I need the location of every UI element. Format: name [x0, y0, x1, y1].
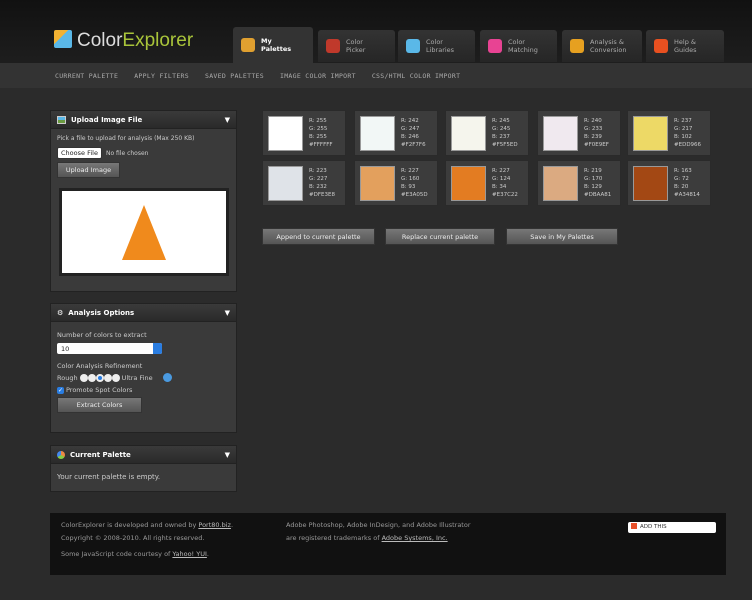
empty-palette-message: Your current palette is empty. — [57, 473, 161, 481]
color-swatch[interactable]: R: 219 G: 170 B: 129 #DBAA81 — [537, 160, 621, 206]
collapse-arrow-icon[interactable]: ▼ — [225, 451, 230, 459]
subnav-apply-filters[interactable]: APPLY FILTERS — [134, 72, 189, 80]
promote-spot-colors-checkbox[interactable]: ✓ — [57, 386, 64, 394]
upload-image-button[interactable]: Upload Image — [57, 162, 120, 178]
logo-icon — [54, 30, 72, 48]
swatch-values: R: 227 G: 124 B: 34 #E37C22 — [492, 168, 518, 198]
color-swatch[interactable]: R: 237 G: 217 B: 102 #EDD966 — [627, 110, 711, 156]
addthis-icon — [631, 523, 637, 529]
refinement-label: Color Analysis Refinement — [57, 362, 143, 370]
select-arrow-icon — [153, 343, 162, 354]
color-swatch[interactable]: R: 227 G: 160 B: 93 #E3A05D — [354, 160, 438, 206]
refinement-radio-3[interactable] — [95, 373, 104, 382]
swatch-color — [633, 115, 668, 151]
subnav-css-html-color-import[interactable]: CSS/HTML COLOR IMPORT — [372, 72, 460, 80]
analysis-conversion-icon — [570, 39, 584, 53]
color-swatch[interactable]: R: 227 G: 124 B: 34 #E37C22 — [445, 160, 529, 206]
swatch-values: R: 237 G: 217 B: 102 #EDD966 — [674, 118, 702, 148]
swatch-color — [360, 165, 395, 201]
analysis-panel: ⚙ Analysis Options ▼ Number of colors to e… — [50, 303, 237, 433]
uploaded-image-preview — [59, 188, 229, 276]
upload-hint: Pick a file to upload for analysis (Max … — [57, 135, 195, 142]
swatch-values: R: 223 G: 227 B: 232 #DFE3E8 — [309, 168, 335, 198]
color-swatch[interactable]: R: 245 G: 245 B: 237 #F5F5ED — [445, 110, 529, 156]
port80-link[interactable]: Port80.biz — [198, 521, 231, 529]
help-icon[interactable] — [162, 373, 172, 382]
subnav-image-color-import[interactable]: IMAGE COLOR IMPORT — [280, 72, 356, 80]
swatch-color — [360, 115, 395, 151]
upload-panel: Upload Image File ▼ Pick a file to upload… — [50, 110, 237, 292]
tab-color-libraries[interactable]: Color Libraries — [398, 30, 475, 62]
refinement-radio-2[interactable] — [87, 373, 96, 382]
color-matching-icon — [488, 39, 502, 53]
color-swatch[interactable]: R: 255 G: 255 B: 255 #FFFFFF — [262, 110, 346, 156]
swatch-values: R: 219 G: 170 B: 129 #DBAA81 — [584, 168, 612, 198]
num-colors-label: Number of colors to extract — [57, 331, 147, 339]
swatch-values: R: 242 G: 247 B: 246 #F2F7F6 — [401, 118, 426, 148]
palette-icon — [57, 450, 65, 459]
vlc-cone-image — [122, 204, 166, 260]
choose-file-button[interactable]: Choose File — [57, 147, 102, 159]
color-swatch[interactable]: R: 242 G: 247 B: 246 #F2F7F6 — [354, 110, 438, 156]
swatch-color — [633, 165, 668, 201]
swatch-values: R: 240 G: 233 B: 239 #F0E9EF — [584, 118, 609, 148]
swatch-values: R: 227 G: 160 B: 93 #E3A05D — [401, 168, 428, 198]
append-to-palette-button[interactable]: Append to current palette — [262, 228, 375, 245]
replace-palette-button[interactable]: Replace current palette — [385, 228, 495, 245]
collapse-arrow-icon[interactable]: ▼ — [225, 309, 230, 317]
refinement-radio-4[interactable] — [103, 373, 112, 382]
yahoo-yui-link[interactable]: Yahoo! YUI — [172, 550, 206, 558]
color-libraries-icon — [406, 39, 420, 53]
current-palette-header[interactable]: Current Palette ▼ — [51, 446, 236, 464]
swatch-color — [268, 165, 303, 201]
tab-help-guides[interactable]: Help & Guides — [646, 30, 724, 62]
color-swatch[interactable]: R: 163 G: 72 B: 20 #A34814 — [627, 160, 711, 206]
save-in-my-palettes-button[interactable]: Save in My Palettes — [506, 228, 618, 245]
swatch-values: R: 245 G: 245 B: 237 #F5F5ED — [492, 118, 518, 148]
refinement-radio-1[interactable] — [79, 373, 88, 382]
tab-analysis-conversion[interactable]: Analysis & Conversion — [562, 30, 642, 62]
my-palettes-icon — [241, 38, 255, 52]
analysis-panel-header[interactable]: ⚙ Analysis Options ▼ — [51, 304, 236, 322]
swatch-values: R: 163 G: 72 B: 20 #A34814 — [674, 168, 700, 198]
logo[interactable]: ColorExplorer — [54, 30, 193, 52]
tab-my-palettes[interactable]: My Palettes — [233, 27, 313, 63]
gear-icon: ⚙ — [57, 308, 64, 317]
swatch-color — [451, 165, 486, 201]
upload-panel-header[interactable]: Upload Image File ▼ — [51, 111, 236, 129]
color-picker-icon — [326, 39, 340, 53]
subnav-current-palette[interactable]: CURRENT PALETTE — [55, 72, 118, 80]
current-palette-panel: Current Palette ▼ Your current palette is… — [50, 445, 237, 492]
collapse-arrow-icon[interactable]: ▼ — [225, 116, 230, 124]
file-status: No file chosen — [105, 149, 149, 157]
swatch-color — [543, 115, 578, 151]
help-guides-icon — [654, 39, 668, 53]
addthis-button[interactable]: ADD THIS — [628, 522, 716, 533]
extract-colors-button[interactable]: Extract Colors — [57, 397, 142, 413]
tab-color-picker[interactable]: Color Picker — [318, 30, 395, 62]
swatch-values: R: 255 G: 255 B: 255 #FFFFFF — [309, 118, 333, 148]
color-swatch[interactable]: R: 240 G: 233 B: 239 #F0E9EF — [537, 110, 621, 156]
subnav-saved-palettes[interactable]: SAVED PALETTES — [205, 72, 264, 80]
swatch-color — [268, 115, 303, 151]
adobe-link[interactable]: Adobe Systems, Inc. — [382, 534, 448, 542]
color-swatch[interactable]: R: 223 G: 227 B: 232 #DFE3E8 — [262, 160, 346, 206]
tab-color-matching[interactable]: Color Matching — [480, 30, 557, 62]
footer: ColorExplorer is developed and owned by … — [50, 513, 726, 575]
refinement-radio-5[interactable] — [111, 373, 120, 382]
swatch-color — [451, 115, 486, 151]
image-icon — [57, 115, 66, 124]
sub-navigation: CURRENT PALETTE APPLY FILTERS SAVED PALE… — [0, 63, 752, 88]
swatch-color — [543, 165, 578, 201]
num-colors-select[interactable]: 10 — [57, 343, 162, 354]
